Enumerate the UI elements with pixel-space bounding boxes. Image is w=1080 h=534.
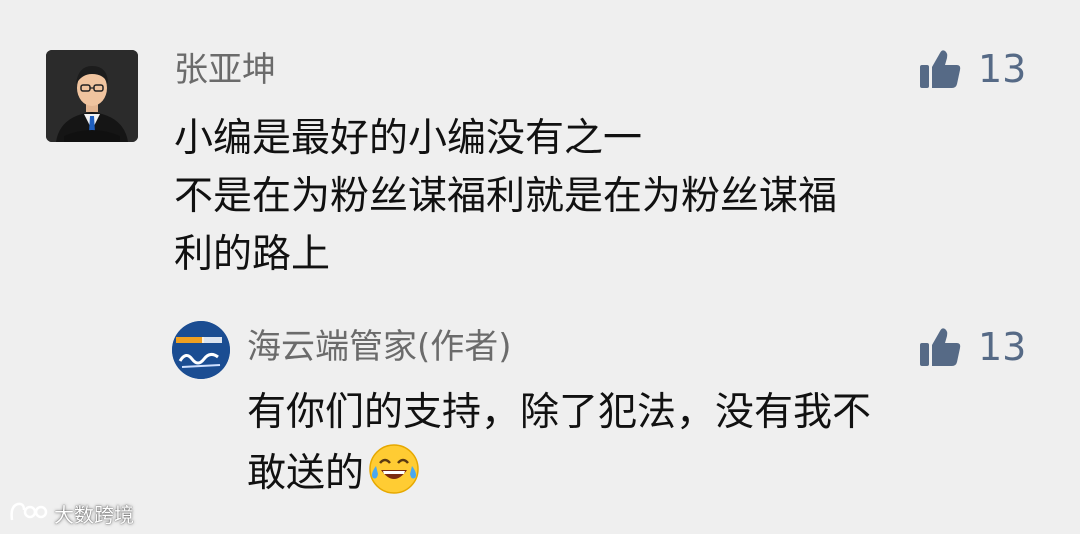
avatar[interactable]	[46, 50, 138, 142]
thumbs-up-icon	[918, 325, 962, 369]
watermark-text: 大数跨境	[54, 502, 134, 527]
reply-like-button[interactable]: 13	[918, 325, 1026, 369]
brand-logo-icon	[172, 321, 230, 379]
reply-line-text: 敢送的	[247, 451, 365, 496]
reply-author-name[interactable]: 海云端管家(作者)	[247, 327, 512, 367]
tears-of-joy-emoji-icon	[367, 442, 421, 513]
reply-avatar[interactable]	[172, 321, 230, 379]
comment-line: 利的路上	[174, 232, 331, 277]
comment-text: 小编是最好的小编没有之一 不是在为粉丝谋福利就是在为粉丝谋福 利的路上	[174, 110, 1024, 284]
reply-text: 有你们的支持，除了犯法，没有我不 敢送的	[247, 384, 1047, 513]
reply-line: 有你们的支持，除了犯法，没有我不	[247, 390, 872, 435]
comment-line: 不是在为粉丝谋福利就是在为粉丝谋福	[174, 174, 838, 219]
user-photo-icon	[46, 50, 138, 142]
like-count: 13	[978, 325, 1027, 369]
comment-line: 小编是最好的小编没有之一	[174, 116, 643, 161]
comment-author-name[interactable]: 张亚坤	[174, 50, 276, 90]
watermark: 大数跨境	[8, 500, 134, 529]
like-button[interactable]: 13	[918, 47, 1026, 91]
thumbs-up-icon	[918, 47, 962, 91]
like-count: 13	[978, 47, 1027, 91]
logo-icon	[8, 500, 50, 529]
reply-line: 敢送的	[247, 442, 1047, 513]
